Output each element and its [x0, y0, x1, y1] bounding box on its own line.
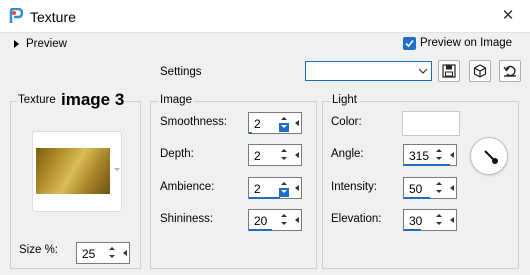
elevation-spinner[interactable]: 30: [403, 209, 457, 231]
spin-up-icon[interactable]: [434, 146, 444, 155]
save-preset-button[interactable]: [438, 60, 460, 82]
smoothness-spinner[interactable]: 2: [248, 112, 302, 134]
paintshop-pro-icon: [9, 8, 23, 23]
angle-label: Angle:: [331, 148, 364, 160]
intensity-level: [404, 197, 456, 199]
angle-dial[interactable]: [470, 137, 508, 175]
slider-arrow-icon[interactable]: [295, 152, 299, 158]
color-label: Color:: [331, 116, 362, 128]
slider-arrow-icon[interactable]: [450, 217, 454, 223]
spin-up-icon[interactable]: [434, 179, 444, 188]
intensity-value: 50: [409, 182, 423, 196]
checkbox-checked-icon: [403, 37, 416, 50]
shininess-level: [249, 229, 301, 231]
spin-down-icon[interactable]: [434, 155, 444, 164]
preview-label: Preview: [26, 38, 67, 50]
angle-level: [404, 164, 456, 166]
slider-arrow-icon[interactable]: [295, 217, 299, 223]
dropdown-arrow-icon: [114, 168, 120, 171]
title-bar: Texture ✕: [0, 0, 530, 33]
smoothness-value: 2: [254, 117, 261, 131]
settings-label: Settings: [160, 66, 202, 78]
resource-manager-button[interactable]: [469, 60, 491, 82]
spin-down-icon[interactable]: [279, 123, 289, 132]
texture-preview: [36, 148, 110, 194]
image-group-title: Image: [158, 94, 194, 106]
slider-arrow-icon[interactable]: [123, 250, 127, 256]
size-label: Size %:: [19, 244, 58, 256]
spin-up-icon[interactable]: [279, 146, 289, 155]
intensity-label: Intensity:: [331, 181, 378, 193]
light-color-swatch[interactable]: [402, 111, 460, 136]
ambience-value: 2: [254, 182, 261, 196]
spin-up-icon[interactable]: [107, 244, 117, 253]
reset-button[interactable]: [499, 60, 521, 82]
slider-arrow-icon[interactable]: [450, 185, 454, 191]
slider-arrow-icon[interactable]: [295, 185, 299, 191]
cube-icon: [473, 64, 487, 78]
smoothness-label: Smoothness:: [160, 116, 228, 128]
close-icon: ✕: [501, 7, 515, 24]
depth-label: Depth:: [160, 148, 194, 160]
spin-up-icon[interactable]: [434, 211, 444, 220]
preview-on-image-label: Preview on Image: [420, 37, 513, 49]
depth-level: [249, 164, 301, 166]
ambience-level: [249, 197, 301, 199]
shininess-value: 20: [254, 214, 268, 228]
slider-arrow-icon[interactable]: [450, 152, 454, 158]
angle-value: 315: [409, 149, 430, 163]
intensity-spinner[interactable]: 50: [403, 177, 457, 199]
elevation-value: 30: [409, 214, 423, 228]
shininess-spinner[interactable]: 20: [248, 209, 302, 231]
spin-down-icon[interactable]: [279, 155, 289, 164]
smoothness-level: [249, 132, 301, 134]
size-value: 25: [82, 247, 96, 261]
shininess-label: Shininess:: [160, 213, 214, 225]
settings-dropdown[interactable]: [305, 61, 432, 81]
ambience-label: Ambience:: [160, 181, 215, 193]
reset-icon: [503, 65, 516, 77]
angle-spinner[interactable]: 315: [403, 144, 457, 166]
chevron-down-icon: [418, 68, 428, 74]
slider-arrow-icon[interactable]: [295, 120, 299, 126]
spin-up-icon[interactable]: [279, 114, 289, 123]
spin-up-icon[interactable]: [279, 211, 289, 220]
depth-value: 2: [254, 149, 261, 163]
depth-spinner[interactable]: 2: [248, 144, 302, 166]
spin-down-icon[interactable]: [279, 220, 289, 229]
size-spinner[interactable]: 25: [76, 242, 130, 264]
spin-down-icon[interactable]: [279, 188, 289, 197]
light-group-title: Light: [330, 94, 359, 106]
spin-down-icon[interactable]: [107, 253, 117, 262]
ambience-spinner[interactable]: 2: [248, 177, 302, 199]
spin-down-icon[interactable]: [434, 188, 444, 197]
dial-needle-icon: [484, 150, 498, 164]
elevation-level: [404, 229, 456, 231]
texture-group-title: Texture: [16, 94, 58, 106]
window-title: Texture: [30, 9, 76, 25]
spin-down-icon[interactable]: [434, 220, 444, 229]
texture-name: image 3: [59, 90, 127, 110]
elevation-label: Elevation:: [331, 213, 382, 225]
spin-up-icon[interactable]: [279, 179, 289, 188]
floppy-disk-icon: [442, 64, 456, 78]
texture-picker[interactable]: [32, 131, 122, 212]
close-button[interactable]: ✕: [492, 4, 524, 28]
expand-arrow-icon: [14, 40, 19, 48]
